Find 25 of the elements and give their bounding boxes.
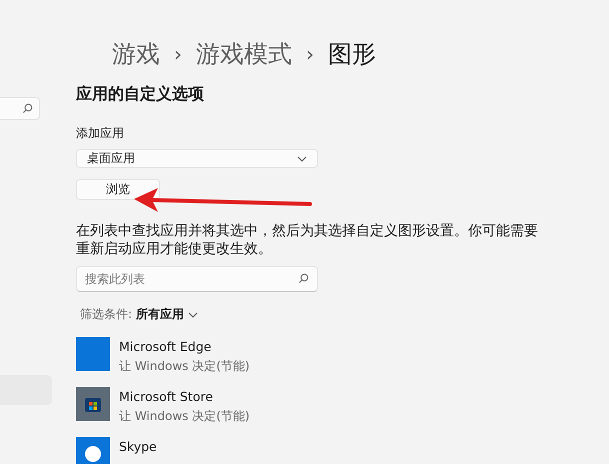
app-name[interactable]: Skype: [119, 439, 157, 454]
section-title: 应用的自定义选项: [76, 84, 205, 105]
app-icon: [76, 337, 110, 371]
chevron-down-icon: [297, 156, 307, 162]
app-name[interactable]: Microsoft Store: [119, 389, 250, 404]
breadcrumb-separator: ›: [306, 42, 314, 66]
filter-dropdown[interactable]: 筛选条件: 所有应用: [76, 306, 198, 323]
browse-button[interactable]: 浏览: [76, 179, 160, 200]
store-bag-icon: [76, 387, 110, 421]
app-setting: 让 Windows 决定(节能): [119, 408, 250, 425]
breadcrumb-item: 图形: [328, 39, 376, 70]
breadcrumb-item[interactable]: 游戏: [112, 38, 160, 70]
breadcrumb-item[interactable]: 游戏模式: [196, 38, 292, 70]
search-icon: [298, 273, 309, 284]
breadcrumb-separator: ›: [174, 42, 182, 66]
field-label: 添加应用: [76, 125, 125, 142]
description-text: 在列表中查找应用并将其选中，然后为其选择自定义图形设置。你可能需要重新启动应用才能使更改生效。: [76, 222, 539, 258]
app-setting: 让 Windows 决定(节能): [119, 358, 250, 375]
search-field[interactable]: 搜索此列表: [76, 266, 318, 292]
chevron-down-icon: [188, 312, 198, 318]
app-type-dropdown[interactable]: 桌面应用: [76, 149, 318, 168]
search-field[interactable]: [0, 97, 40, 120]
app-name[interactable]: Microsoft Edge: [119, 339, 250, 354]
cloud-icon: [76, 437, 110, 464]
search-icon: [22, 103, 33, 114]
